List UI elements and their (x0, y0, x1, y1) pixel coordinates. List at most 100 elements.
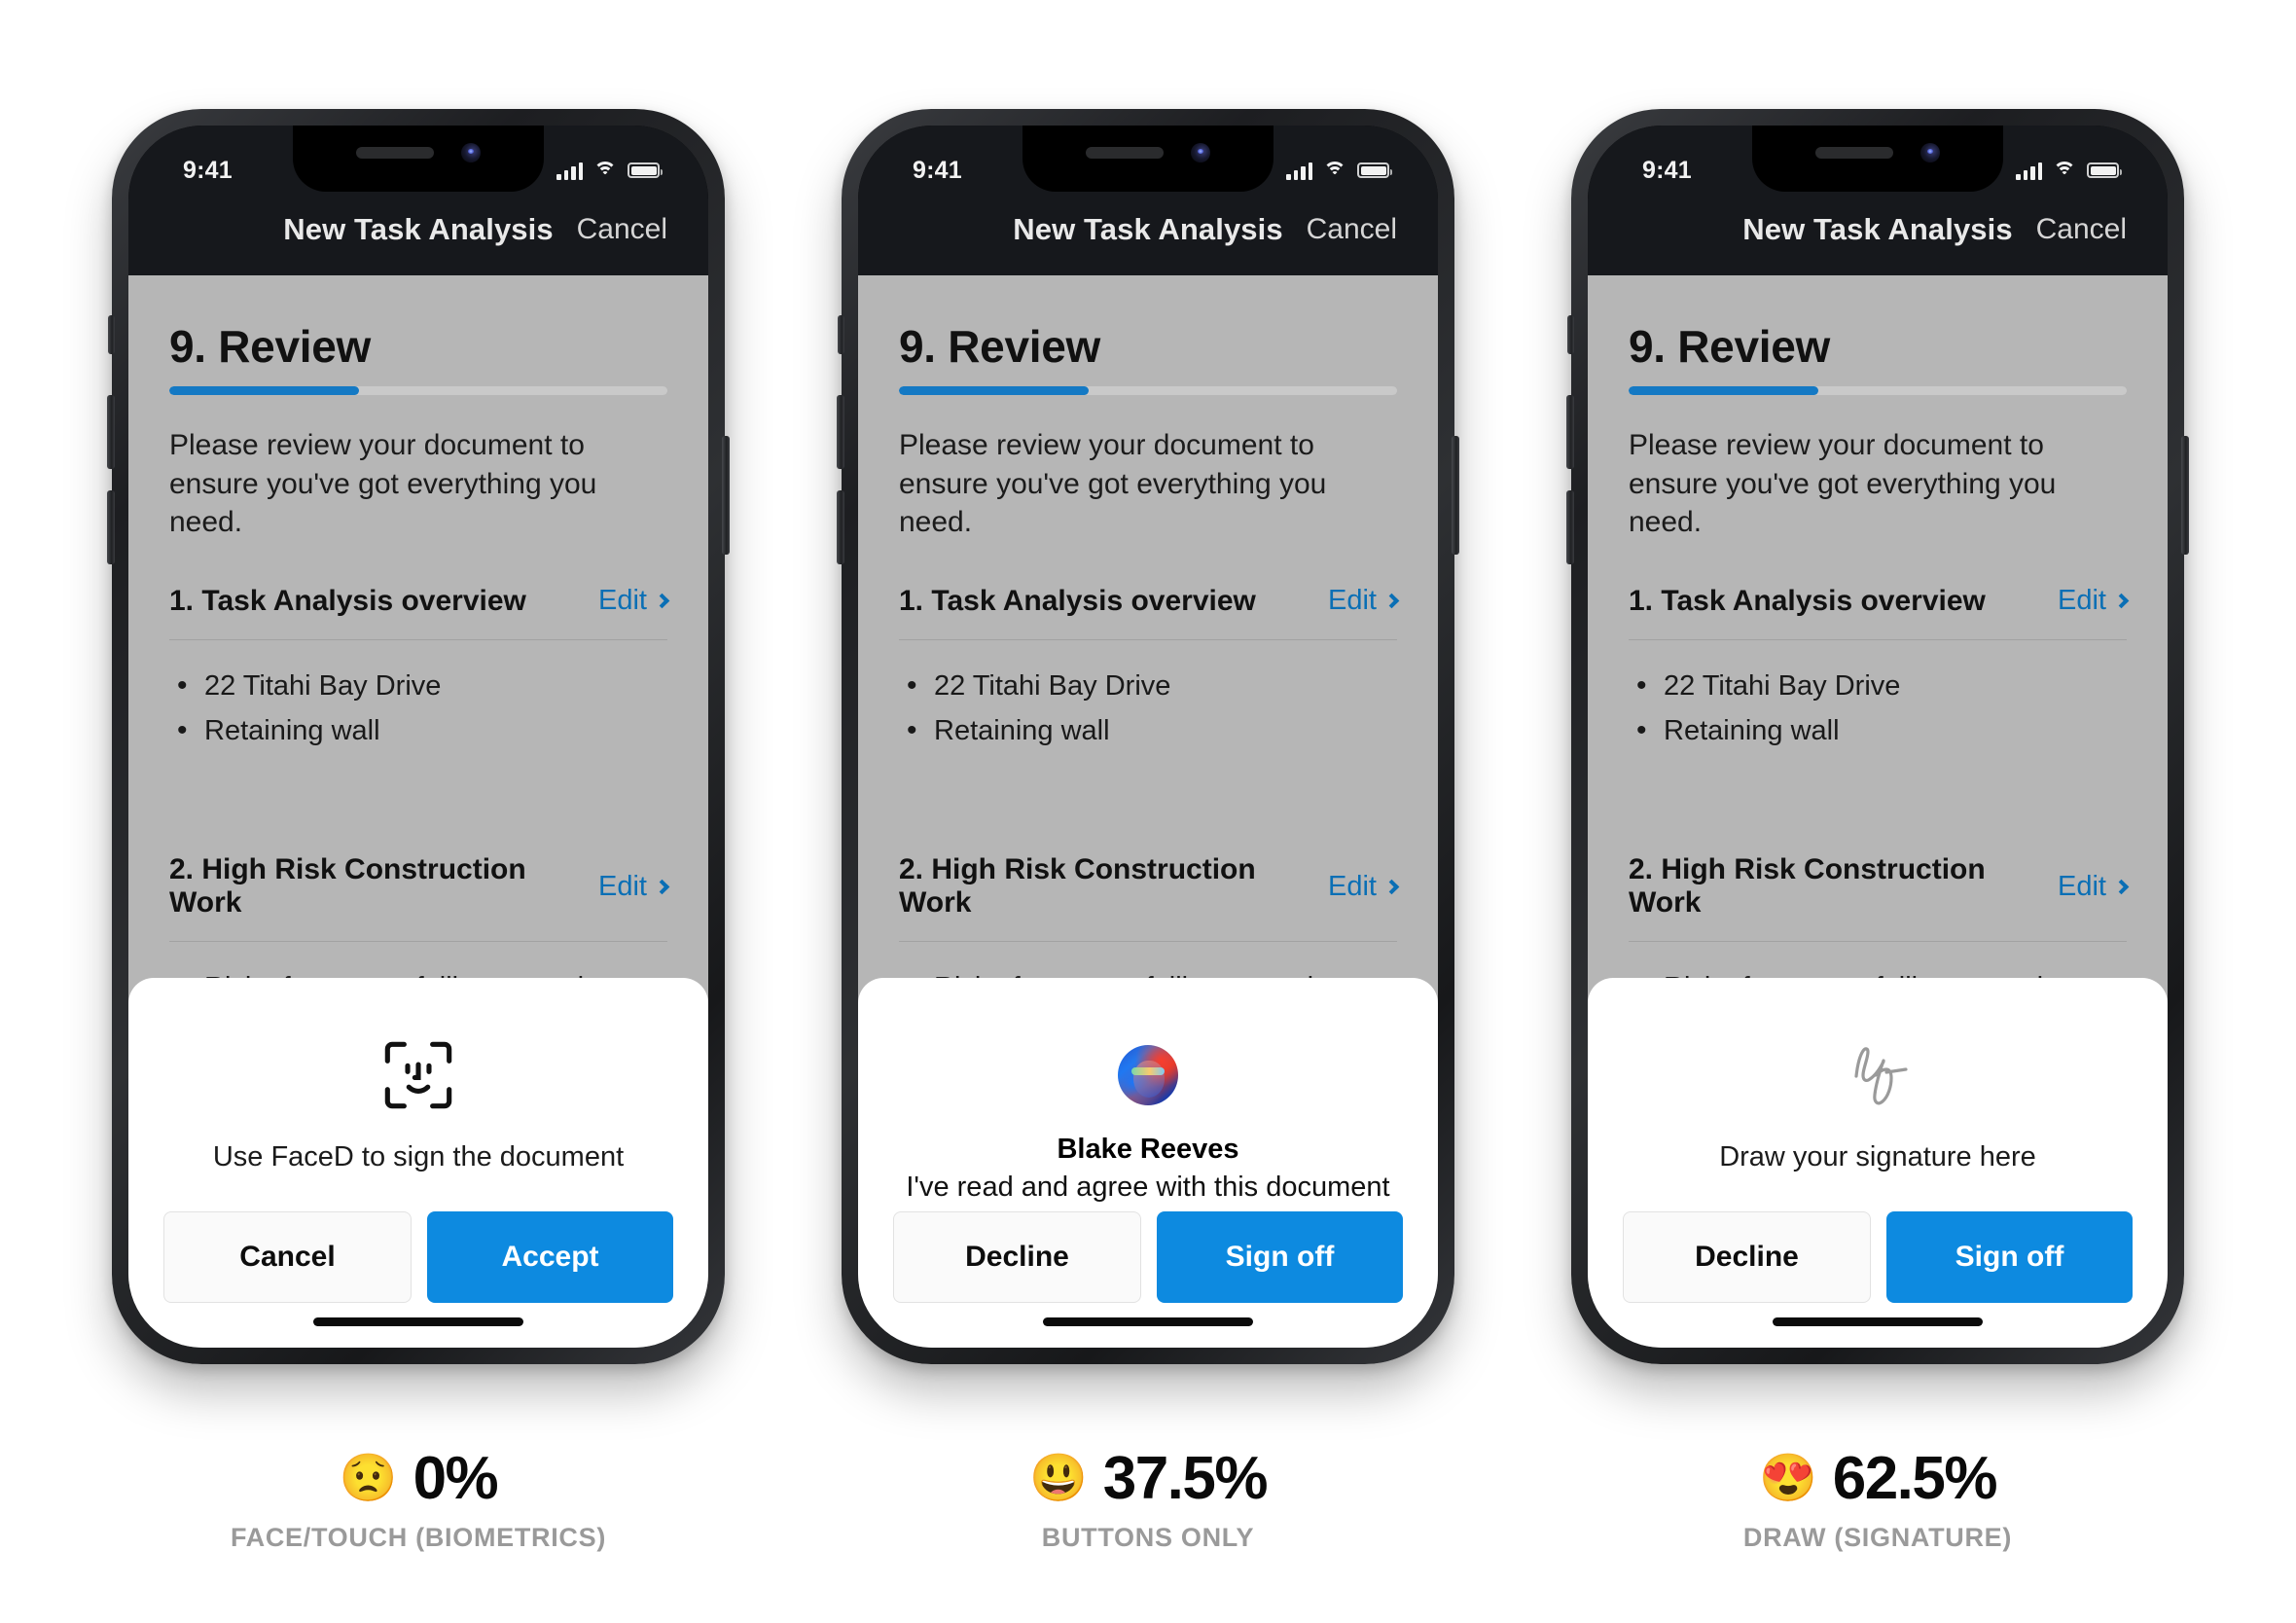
signature-scribble-icon[interactable] (1831, 1017, 1924, 1134)
silent-switch[interactable] (1567, 315, 1574, 354)
volume-up-button[interactable] (1566, 395, 1574, 469)
phone-screen: 9:41 New Task Analysis Cancel 9. Review … (128, 126, 708, 1348)
section-1-list: 22 Titahi Bay Drive Retaining wall (899, 666, 1397, 750)
percentage-value: 0% (413, 1445, 499, 1512)
progress-fill (169, 386, 359, 395)
volume-up-button[interactable] (107, 395, 115, 469)
sign-off-button[interactable]: Sign off (1157, 1211, 1403, 1303)
power-button[interactable] (722, 436, 730, 555)
edit-link-section-1[interactable]: Edit (2058, 585, 2130, 617)
chevron-right-icon (1383, 594, 1400, 609)
volume-down-button[interactable] (107, 490, 115, 564)
progress-fill (899, 386, 1089, 395)
silent-switch[interactable] (838, 315, 844, 354)
percentage-value: 62.5% (1832, 1445, 1998, 1512)
edit-link-label: Edit (2058, 585, 2106, 617)
cancel-button[interactable]: Cancel (1307, 213, 1397, 246)
signing-bottom-sheet: Blake Reeves I've read and agree with th… (858, 978, 1438, 1348)
section-header-2: 2. High Risk Construction Work Edit (899, 853, 1400, 943)
caption-label: DRAW (SIGNATURE) (1742, 1523, 2013, 1552)
earpiece-speaker-icon (356, 147, 434, 159)
intro-text: Please review your document to ensure yo… (1629, 429, 2057, 539)
section-header-1: 1. Task Analysis overview Edit (899, 585, 1400, 640)
comparison-stage: 9:41 New Task Analysis Cancel 9. Review … (0, 0, 2296, 1623)
chevron-right-icon (654, 594, 670, 609)
section-header-2: 2. High Risk Construction Work Edit (1629, 853, 2130, 943)
progress-fill (1629, 386, 1818, 395)
home-indicator[interactable] (1043, 1317, 1253, 1326)
progress-bar (169, 386, 667, 395)
result-caption: 😟 0% FACE/TOUCH (BIOMETRICS) (231, 1444, 606, 1553)
phone-column-buttons: 9:41 New Task Analysis Cancel 9. Review … (837, 109, 1459, 1553)
home-indicator[interactable] (313, 1317, 523, 1326)
edit-link-section-2[interactable]: Edit (598, 870, 670, 903)
intro-text: Please review your document to ensure yo… (169, 429, 597, 539)
status-time: 9:41 (183, 156, 233, 184)
status-icons (1286, 162, 1392, 180)
navbar-row: New Task Analysis Cancel (128, 188, 708, 271)
signal-bars-icon (1286, 162, 1312, 180)
signal-bars-icon (556, 162, 583, 180)
edit-link-section-1[interactable]: Edit (598, 585, 670, 617)
status-icons (2016, 162, 2122, 180)
home-indicator[interactable] (1773, 1317, 1983, 1326)
sign-off-button[interactable]: Sign off (1886, 1211, 2133, 1303)
chevron-right-icon (2113, 879, 2130, 894)
intro-text: Please review your document to ensure yo… (899, 429, 1327, 539)
edit-link-section-2[interactable]: Edit (1328, 871, 1400, 903)
status-icons (556, 162, 663, 180)
decline-button[interactable]: Decline (893, 1211, 1141, 1303)
section-header-1: 1. Task Analysis overview Edit (1629, 584, 2130, 640)
decline-button[interactable]: Decline (1623, 1211, 1871, 1303)
cancel-button[interactable]: Cancel (163, 1211, 412, 1303)
chevron-right-icon (654, 879, 670, 894)
wifi-icon (593, 162, 617, 179)
sheet-actions: Decline Sign off (893, 1211, 1403, 1303)
accept-button[interactable]: Accept (427, 1211, 673, 1303)
caption-top-row: 😍 62.5% (1743, 1444, 2012, 1513)
earpiece-speaker-icon (1086, 147, 1164, 159)
signer-name: Blake Reeves (1057, 1134, 1239, 1165)
volume-up-button[interactable] (837, 395, 844, 469)
heart-eyes-emoji: 😍 (1758, 1452, 1817, 1504)
iphone-device-frame: 9:41 New Task Analysis Cancel 9. Review … (837, 109, 1459, 1389)
edit-link-label: Edit (598, 870, 647, 902)
edit-link-label: Edit (1328, 585, 1377, 617)
volume-down-button[interactable] (837, 490, 844, 564)
progress-bar (1629, 386, 2127, 395)
section-title: 2. High Risk Construction Work (1629, 853, 1986, 920)
list-item: 22 Titahi Bay Drive (169, 666, 667, 706)
agreement-text: I've read and agree with this document (906, 1172, 1390, 1203)
power-button[interactable] (1452, 436, 1459, 555)
battery-full-icon (1357, 162, 1392, 178)
page-title: New Task Analysis (1742, 212, 2013, 246)
page-title: New Task Analysis (1013, 212, 1283, 246)
result-caption: 😍 62.5% DRAW (SIGNATURE) (1743, 1444, 2012, 1553)
signal-bars-icon (2016, 162, 2042, 180)
battery-full-icon (628, 162, 663, 178)
power-button[interactable] (2181, 436, 2189, 555)
iphone-device-frame: 9:41 New Task Analysis Cancel 9. Review … (1566, 109, 2189, 1389)
step-title: 9. Review (1629, 321, 1830, 372)
app-container: 9:41 New Task Analysis Cancel 9. Review … (128, 126, 708, 1348)
cancel-button[interactable]: Cancel (577, 213, 667, 246)
cancel-button[interactable]: Cancel (2036, 213, 2127, 246)
step-title: 9. Review (169, 321, 371, 372)
phone-screen: 9:41 New Task Analysis Cancel 9. Review … (858, 126, 1438, 1348)
earpiece-speaker-icon (1815, 147, 1893, 159)
status-time: 9:41 (913, 156, 962, 184)
edit-link-section-1[interactable]: Edit (1328, 585, 1400, 617)
silent-switch[interactable] (108, 315, 115, 354)
edit-link-section-2[interactable]: Edit (2058, 870, 2130, 903)
section-1-list: 22 Titahi Bay Drive Retaining wall (1629, 666, 2127, 750)
section-title: 1. Task Analysis overview (1629, 584, 1986, 617)
step-title: 9. Review (899, 321, 1100, 372)
volume-down-button[interactable] (1566, 490, 1574, 564)
front-camera-icon (461, 143, 481, 162)
caption-top-row: 😟 0% (231, 1444, 606, 1513)
page-title: New Task Analysis (283, 212, 554, 246)
edit-link-label: Edit (2058, 870, 2106, 902)
phone-column-biometrics: 9:41 New Task Analysis Cancel 9. Review … (107, 109, 730, 1553)
